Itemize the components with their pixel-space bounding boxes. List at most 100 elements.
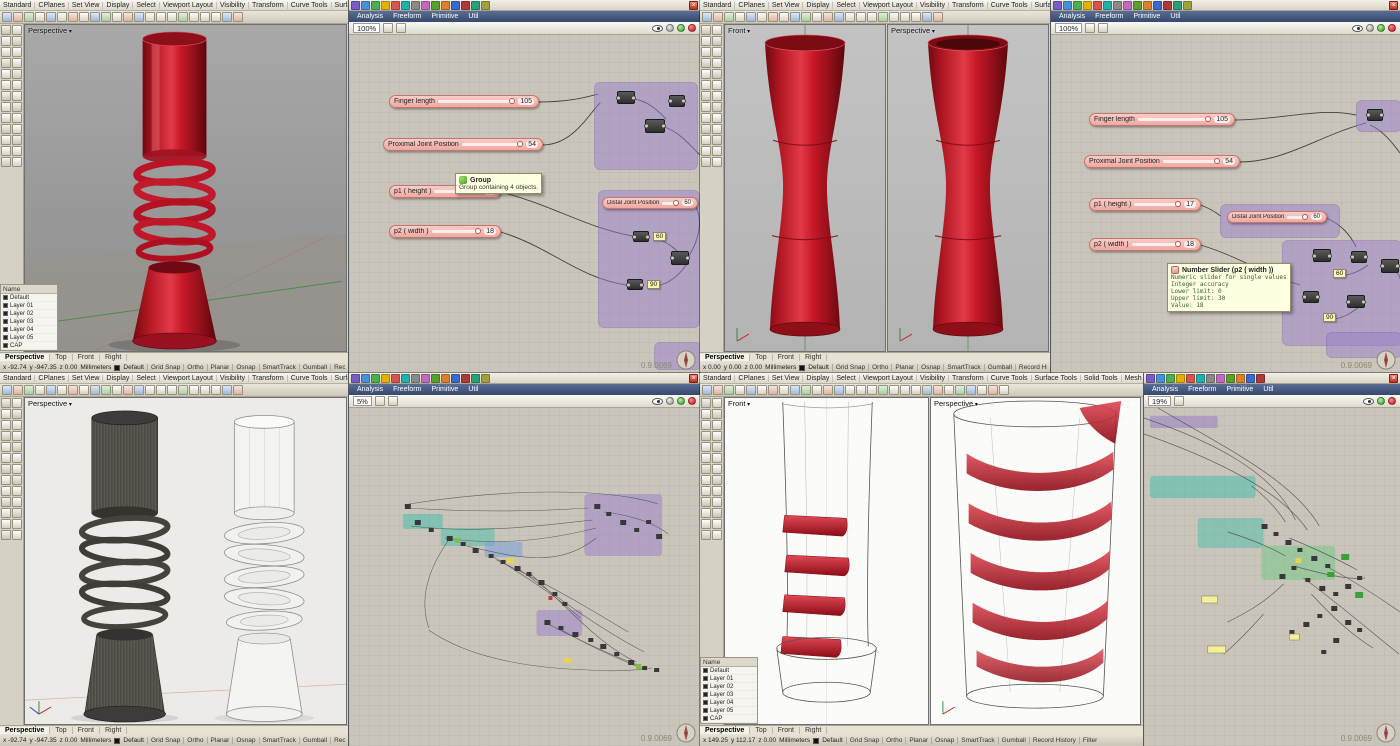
rhino-side-tool-icon[interactable] <box>712 36 722 46</box>
gh-category-icon[interactable] <box>1176 374 1185 383</box>
gh-toolbar-icon[interactable] <box>388 396 398 406</box>
rhino-menu-item[interactable]: Visibility <box>917 375 949 382</box>
rhino-menu-item[interactable]: Mesh Tools <box>1122 375 1143 382</box>
status-toggle[interactable]: Osnap <box>232 364 258 371</box>
rhino-side-tool-icon[interactable] <box>12 146 22 156</box>
status-toggle[interactable]: Record History <box>1029 737 1079 744</box>
viewport-tab[interactable]: Top <box>50 727 72 734</box>
rhino-toolbar-icon[interactable] <box>178 12 188 22</box>
rhino-side-tool-icon[interactable] <box>701 530 711 540</box>
rhino-toolbar-icon[interactable] <box>222 12 232 22</box>
gh-component-node[interactable] <box>1313 249 1331 262</box>
rhino-menu-item[interactable]: Visibility <box>217 375 249 382</box>
rhino-toolbar-icon[interactable] <box>911 385 921 395</box>
slider-rail[interactable] <box>462 143 523 146</box>
slider-rail[interactable] <box>1132 243 1182 246</box>
gh-ribbon-group-label[interactable]: Freeform <box>393 386 421 393</box>
rhino-toolbar-icon[interactable] <box>823 12 833 22</box>
gh-component-node[interactable] <box>671 251 689 265</box>
rhino-toolbar-icon[interactable] <box>966 385 976 395</box>
gh-category-icon[interactable] <box>1166 374 1175 383</box>
rhino-side-tool-icon[interactable] <box>712 442 722 452</box>
rhino-toolbar-icon[interactable] <box>123 385 133 395</box>
rhino-toolbar-icon[interactable] <box>845 12 855 22</box>
rhino-toolbar-icon[interactable] <box>768 12 778 22</box>
rhino-side-tool-icon[interactable] <box>701 25 711 35</box>
rhino-toolbar-icon[interactable] <box>790 12 800 22</box>
rhino-toolbar-icon[interactable] <box>112 12 122 22</box>
viewport-perspective[interactable]: Perspective <box>887 24 1049 352</box>
viewport-label[interactable]: Perspective <box>891 26 935 35</box>
gh-ribbon-group-label[interactable]: Analysis <box>1059 13 1085 20</box>
rhino-menu-item[interactable]: Curve Tools <box>288 2 332 9</box>
gh-toolbar-icon[interactable] <box>1098 23 1108 33</box>
rhino-toolbar-icon[interactable] <box>944 385 954 395</box>
viewport-perspective[interactable]: Perspective <box>24 24 347 352</box>
rhino-toolbar-icon[interactable] <box>200 385 210 395</box>
rhino-menu-item[interactable]: Standard <box>700 375 735 382</box>
rhino-toolbar-icon[interactable] <box>889 385 899 395</box>
rhino-side-tool-icon[interactable] <box>1 80 11 90</box>
rhino-toolbar-icon[interactable] <box>856 385 866 395</box>
rhino-menu-item[interactable]: Select <box>833 2 859 9</box>
rhino-side-tool-icon[interactable] <box>12 69 22 79</box>
status-toggle[interactable]: Osnap <box>917 364 943 371</box>
rhino-toolbar-icon[interactable] <box>233 12 243 22</box>
rhino-side-tool-icon[interactable] <box>1 124 11 134</box>
rhino-toolbar-icon[interactable] <box>746 385 756 395</box>
gh-category-icon[interactable] <box>1206 374 1215 383</box>
rhino-toolbar-icon[interactable] <box>834 12 844 22</box>
rhino-side-tool-icon[interactable] <box>1 146 11 156</box>
layer-row[interactable]: Layer 03 <box>1 318 57 326</box>
rhino-toolbar-icon[interactable] <box>790 385 800 395</box>
rhino-menu-item[interactable]: Standard <box>700 2 735 9</box>
rhino-menu-item[interactable]: Transform <box>249 375 288 382</box>
rhino-toolbar-icon[interactable] <box>90 385 100 395</box>
slider-rail[interactable] <box>1138 118 1211 121</box>
gh-category-icon[interactable] <box>411 374 420 383</box>
slider-grip[interactable] <box>1205 116 1211 122</box>
gh-ribbon-group-label[interactable]: Freeform <box>393 13 421 20</box>
rhino-side-tool-icon[interactable] <box>1 398 11 408</box>
gh-category-icon[interactable] <box>371 374 380 383</box>
rhino-side-tool-icon[interactable] <box>712 464 722 474</box>
gh-component-node[interactable] <box>633 231 649 242</box>
gh-category-icon[interactable] <box>1156 374 1165 383</box>
rhino-side-tool-icon[interactable] <box>712 431 722 441</box>
status-toggle[interactable]: Osnap <box>232 737 258 744</box>
status-toggle[interactable]: Ortho <box>882 737 905 744</box>
rhino-menu-item[interactable]: Visibility <box>917 2 949 9</box>
number-slider[interactable]: p2 ( width ) 18 <box>389 225 501 238</box>
canvas-compass[interactable] <box>676 723 696 743</box>
rhino-side-tool-icon[interactable] <box>701 475 711 485</box>
gh-ribbon-group-label[interactable]: Freeform <box>1188 386 1216 393</box>
rhino-menu-item[interactable]: Viewport Layout <box>860 375 917 382</box>
rhino-toolbar-icon[interactable] <box>2 12 12 22</box>
viewport-label[interactable]: Front <box>728 399 750 408</box>
rhino-side-tool-icon[interactable] <box>12 124 22 134</box>
status-toggle[interactable]: Ortho <box>868 364 891 371</box>
rhino-toolbar-icon[interactable] <box>46 385 56 395</box>
slider-grip[interactable] <box>1175 201 1181 207</box>
gh-category-icon[interactable] <box>461 374 470 383</box>
rhino-menu-item[interactable]: Select <box>133 2 159 9</box>
status-toggle[interactable]: Ortho <box>183 364 206 371</box>
slider-rail[interactable] <box>1134 203 1181 206</box>
rhino-toolbar-icon[interactable] <box>167 385 177 395</box>
viewport-tab[interactable]: Perspective <box>0 354 50 361</box>
gh-ribbon-group-label[interactable]: Util <box>468 386 478 393</box>
number-slider[interactable]: Finger length 105 <box>1089 113 1235 126</box>
number-slider[interactable]: Distal Joint Position 60 <box>602 197 698 209</box>
gh-ribbon-group-label[interactable]: Analysis <box>357 13 383 20</box>
gh-category-icon[interactable] <box>1246 374 1255 383</box>
active-layer[interactable]: Default <box>808 364 829 371</box>
rhino-side-tool-icon[interactable] <box>712 409 722 419</box>
rhino-side-tool-icon[interactable] <box>12 409 22 419</box>
gh-category-icon[interactable] <box>1183 1 1192 10</box>
solver-lock-icon[interactable] <box>1388 24 1396 32</box>
close-icon[interactable] <box>689 1 698 10</box>
rhino-toolbar-icon[interactable] <box>156 385 166 395</box>
gh-category-icon[interactable] <box>351 374 360 383</box>
gh-category-icon[interactable] <box>481 1 490 10</box>
rhino-side-tool-icon[interactable] <box>712 69 722 79</box>
